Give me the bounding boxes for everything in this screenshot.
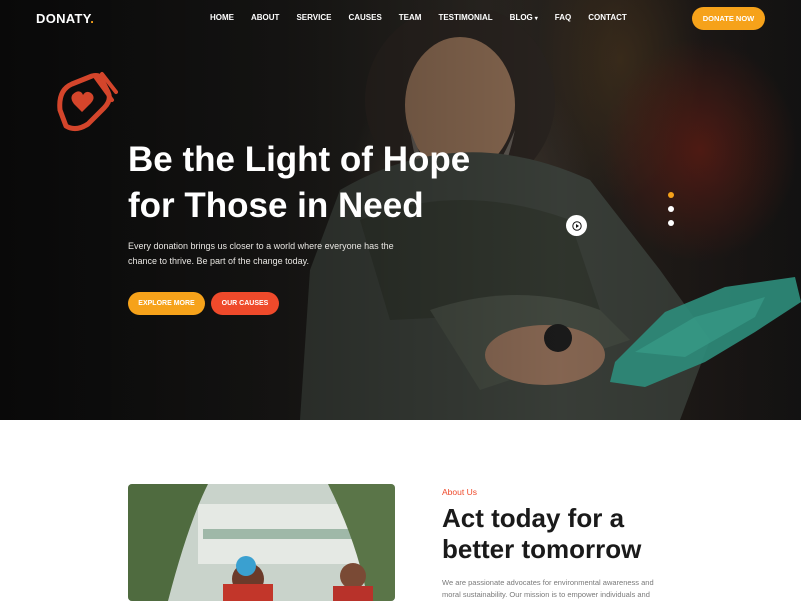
about-title-line1: Act today for a	[442, 503, 625, 533]
explore-more-button[interactable]: EXPLORE MORE	[128, 292, 205, 315]
play-icon	[571, 220, 582, 231]
hero-title-line2: for Those in Need	[128, 186, 424, 225]
play-video-button[interactable]	[566, 215, 587, 236]
chevron-down-icon: ▾	[534, 16, 538, 22]
nav-item-about[interactable]: ABOUT	[251, 13, 279, 22]
hand-heart-icon	[57, 72, 118, 132]
nav-item-contact[interactable]: CONTACT	[588, 13, 627, 22]
nav-item-faq[interactable]: FAQ	[555, 13, 571, 22]
nav-item-causes[interactable]: CAUSES	[348, 13, 381, 22]
hero-title: Be the Light of Hope for Those in Need	[128, 137, 548, 229]
about-title: Act today for a better tomorrow	[442, 503, 742, 565]
nav-item-home[interactable]: HOME	[210, 13, 234, 22]
about-title-line2: better tomorrow	[442, 534, 642, 564]
slider-dot-3[interactable]	[668, 220, 674, 226]
hero-title-line1: Be the Light of Hope	[128, 140, 471, 179]
hero-section: DONATY. HOME ABOUT SERVICE CAUSES TEAM T…	[0, 0, 801, 420]
nav-item-blog[interactable]: BLOG ▾	[510, 13, 538, 22]
about-section-label: About Us	[442, 487, 477, 497]
nav-item-testimonial[interactable]: TESTIMONIAL	[438, 13, 492, 22]
brush-decoration	[610, 277, 801, 387]
nav-item-team[interactable]: TEAM	[399, 13, 422, 22]
nav-item-service[interactable]: SERVICE	[296, 13, 331, 22]
brand-logo[interactable]: DONATY.	[36, 11, 94, 26]
slider-dot-1[interactable]	[668, 192, 674, 198]
hero-description: Every donation brings us closer to a wor…	[128, 241, 394, 266]
about-description: We are passionate advocates for environm…	[442, 578, 654, 599]
nav-menu: HOME ABOUT SERVICE CAUSES TEAM TESTIMONI…	[210, 13, 644, 22]
slider-dot-2[interactable]	[668, 206, 674, 212]
slider-dots	[668, 192, 676, 234]
donate-now-button[interactable]: DONATE NOW	[692, 7, 765, 30]
about-photo	[128, 484, 395, 601]
main-navbar: DONATY. HOME ABOUT SERVICE CAUSES TEAM T…	[0, 0, 801, 38]
nav-item-blog-label: BLOG	[509, 13, 533, 22]
our-causes-button[interactable]: OUR CAUSES	[211, 292, 279, 315]
about-photo-illustration	[128, 484, 395, 601]
